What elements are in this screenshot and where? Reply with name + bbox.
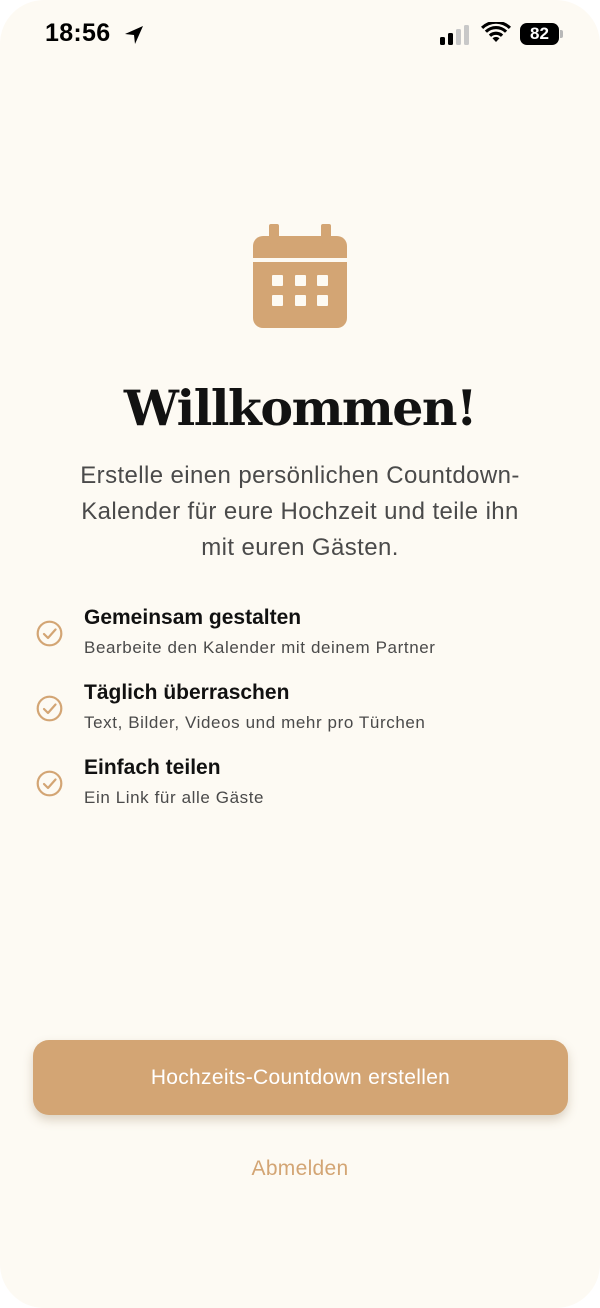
check-circle-icon: [36, 620, 63, 647]
battery-level: 82: [530, 24, 549, 43]
feature-description: Text, Bilder, Videos und mehr pro Türche…: [84, 713, 426, 732]
feature-description: Ein Link für alle Gäste: [84, 788, 265, 807]
intro-line: Erstelle einen persönlichen Countdown-: [80, 462, 520, 489]
battery-icon: 82: [520, 23, 564, 45]
status-time: 18:56: [45, 19, 111, 47]
feature-title: Täglich überraschen: [84, 681, 290, 704]
feature-title: Gemeinsam gestalten: [84, 606, 302, 629]
welcome-screen: 18:56 82 Willkommen! Erstelle einen pers…: [0, 0, 600, 1308]
feature-title: Einfach teilen: [84, 756, 221, 779]
feature-list: Gemeinsam gestalten Bearbeite den Kalend…: [36, 604, 576, 829]
feature-description: Bearbeite den Kalender mit deinem Partne…: [84, 638, 436, 657]
intro-text: Erstelle einen persönlichen Countdown- K…: [40, 458, 560, 566]
check-circle-icon: [36, 770, 63, 797]
feature-item-share: Einfach teilen Ein Link für alle Gäste: [36, 754, 576, 829]
page-title: Willkommen!: [123, 379, 478, 437]
feature-item-collaborate: Gemeinsam gestalten Bearbeite den Kalend…: [36, 604, 576, 679]
calendar-icon: [253, 224, 347, 328]
wifi-icon: [481, 22, 511, 42]
feature-item-surprise: Täglich überraschen Text, Bilder, Videos…: [36, 679, 576, 754]
cellular-signal-icon: [440, 25, 469, 45]
create-countdown-button[interactable]: Hochzeits-Countdown erstellen: [33, 1040, 568, 1115]
intro-line: Kalender für eure Hochzeit und teile ihn: [81, 498, 519, 525]
intro-line: mit euren Gästen.: [201, 534, 399, 561]
check-circle-icon: [36, 695, 63, 722]
signout-link[interactable]: Abmelden: [0, 1157, 600, 1181]
status-bar: 18:56 82: [0, 0, 600, 70]
location-arrow-icon: [125, 26, 143, 44]
